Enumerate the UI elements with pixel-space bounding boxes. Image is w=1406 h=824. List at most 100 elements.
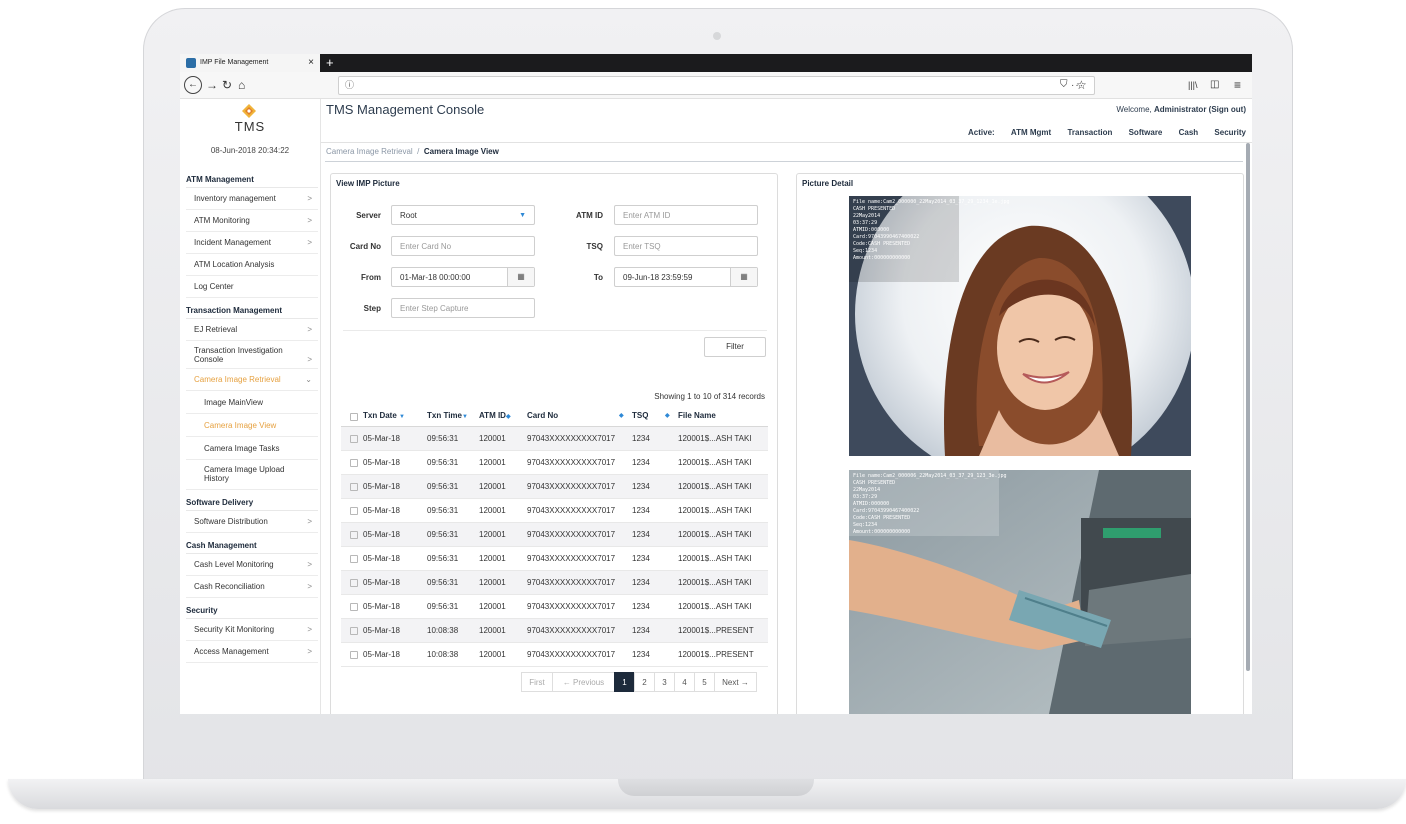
row-checkbox[interactable] bbox=[350, 507, 358, 515]
sidebar-toggle-icon[interactable]: ◫ bbox=[1210, 76, 1219, 94]
close-tab-icon[interactable]: × bbox=[308, 54, 314, 72]
camera-image-2[interactable]: File name:Cam2_000006_22May2014_03_37_29… bbox=[849, 470, 1191, 714]
page-next[interactable]: Next → bbox=[714, 672, 757, 692]
page-1[interactable]: 1 bbox=[614, 672, 635, 692]
nav-software[interactable]: Software bbox=[1129, 128, 1163, 137]
sidebar-item-log-center[interactable]: Log Center bbox=[186, 276, 318, 298]
row-checkbox[interactable] bbox=[350, 459, 358, 467]
forward-icon[interactable]: → bbox=[206, 76, 218, 94]
sign-out-link[interactable]: (Sign out) bbox=[1209, 105, 1246, 114]
page-4[interactable]: 4 bbox=[674, 672, 695, 692]
sidebar-item-label: Camera Image View bbox=[204, 421, 277, 430]
sort-icon[interactable]: ◆ bbox=[506, 414, 511, 420]
sidebar-item-camera-image-tasks[interactable]: Camera Image Tasks bbox=[186, 437, 318, 460]
cardno-input[interactable]: Enter Card No bbox=[391, 236, 535, 256]
site-info-icon[interactable]: ⓘ bbox=[345, 77, 354, 94]
col-atm-id[interactable]: ATM ID◆ bbox=[479, 406, 511, 427]
page-first[interactable]: First bbox=[521, 672, 553, 692]
table-row[interactable]: 05-Mar-18 09:56:31 120001 97043XXXXXXXXX701… bbox=[341, 523, 768, 547]
menu-icon[interactable]: ≡ bbox=[1234, 76, 1241, 94]
sidebar-item-access-management[interactable]: Access Management > bbox=[186, 641, 318, 663]
sidebar-item-incident-management[interactable]: Incident Management > bbox=[186, 232, 318, 254]
reload-icon[interactable]: ↻ bbox=[222, 76, 232, 94]
table-row[interactable]: 05-Mar-18 09:56:31 120001 97043XXXXXXXXX701… bbox=[341, 427, 768, 451]
bookmark-star-icon[interactable]: ☆ bbox=[1076, 76, 1087, 94]
picture-detail-panel: Picture Detail File name:Cam2_000000_22M… bbox=[796, 173, 1244, 714]
sidebar-item-atm-location-analysis[interactable]: ATM Location Analysis bbox=[186, 254, 318, 276]
sidebar-item-transaction-investigation-console[interactable]: Transaction Investigation Console > bbox=[186, 341, 318, 369]
table-row[interactable]: 05-Mar-18 10:08:38 120001 97043XXXXXXXXX701… bbox=[341, 619, 768, 643]
calendar-icon[interactable]: ▦ bbox=[507, 268, 534, 286]
page-2[interactable]: 2 bbox=[634, 672, 655, 692]
overlay-line: CASH PRESENTED bbox=[853, 206, 896, 212]
sidebar-item-camera-image-upload-history[interactable]: Camera Image Upload History bbox=[186, 460, 318, 490]
sidebar-item-camera-image-retrieval[interactable]: Camera Image Retrieval ⌄ bbox=[186, 369, 318, 391]
new-tab-button[interactable]: + bbox=[326, 54, 334, 72]
sidebar-item-camera-image-view[interactable]: Camera Image View bbox=[186, 414, 318, 437]
table-row[interactable]: 05-Mar-18 09:56:31 120001 97043XXXXXXXXX701… bbox=[341, 547, 768, 571]
sidebar-item-inventory-management[interactable]: Inventory management > bbox=[186, 188, 318, 210]
row-checkbox[interactable] bbox=[350, 603, 358, 611]
browser-tab[interactable]: IMP File Management × bbox=[180, 54, 320, 72]
image-overlay-text: File name:Cam2_000006_22May2014_03_37_29… bbox=[853, 473, 1007, 536]
sidebar-item-cash-level-monitoring[interactable]: Cash Level Monitoring > bbox=[186, 554, 318, 576]
col-tsq[interactable]: TSQ bbox=[632, 406, 648, 426]
table-row[interactable]: 05-Mar-18 09:56:31 120001 97043XXXXXXXXX701… bbox=[341, 571, 768, 595]
scrollbar[interactable] bbox=[1246, 143, 1250, 671]
step-input[interactable]: Enter Step Capture bbox=[391, 298, 535, 318]
to-date-input[interactable]: 09-Jun-18 23:59:59 ▦ bbox=[614, 267, 758, 287]
sidebar-item-image-mainview[interactable]: Image MainView bbox=[186, 391, 318, 414]
nav-atm-mgmt[interactable]: ATM Mgmt bbox=[1011, 128, 1051, 137]
nav-cash[interactable]: Cash bbox=[1179, 128, 1199, 137]
table-row[interactable]: 05-Mar-18 10:08:38 120001 97043XXXXXXXXX701… bbox=[341, 643, 768, 667]
row-checkbox[interactable] bbox=[350, 555, 358, 563]
page-5[interactable]: 5 bbox=[694, 672, 715, 692]
row-checkbox[interactable] bbox=[350, 651, 358, 659]
table-cell: 97043XXXXXXXXX7017 bbox=[527, 434, 616, 443]
page-previous[interactable]: ← Previous bbox=[552, 672, 615, 692]
sidebar-item-cash-reconciliation[interactable]: Cash Reconciliation > bbox=[186, 576, 318, 598]
col-file-name[interactable]: File Name bbox=[678, 406, 716, 426]
calendar-icon[interactable]: ▦ bbox=[730, 268, 757, 286]
table-row[interactable]: 05-Mar-18 09:56:31 120001 97043XXXXXXXXX701… bbox=[341, 595, 768, 619]
col-txn-date[interactable]: Txn Date ▼ bbox=[363, 406, 405, 427]
table-cell: 09:56:31 bbox=[427, 602, 459, 611]
library-icon[interactable]: |||\ bbox=[1188, 76, 1198, 94]
from-date-input[interactable]: 01-Mar-18 00:00:00 ▦ bbox=[391, 267, 535, 287]
sort-icon[interactable]: ◆ bbox=[619, 406, 624, 426]
sidebar-item-security-kit-monitoring[interactable]: Security Kit Monitoring > bbox=[186, 619, 318, 641]
back-icon[interactable]: ← bbox=[184, 76, 202, 94]
sidebar-item-ej-retrieval[interactable]: EJ Retrieval > bbox=[186, 319, 318, 341]
tsq-input[interactable]: Enter TSQ bbox=[614, 236, 758, 256]
row-checkbox[interactable] bbox=[350, 579, 358, 587]
home-icon[interactable]: ⌂ bbox=[238, 76, 245, 94]
filter-button[interactable]: Filter bbox=[704, 337, 766, 357]
row-checkbox[interactable] bbox=[350, 435, 358, 443]
sort-desc-icon[interactable]: ▼ bbox=[399, 414, 405, 420]
sort-desc-icon[interactable]: ▼ bbox=[462, 414, 468, 420]
url-bar[interactable]: ⓘ ··· bbox=[338, 76, 1095, 95]
nav-transaction[interactable]: Transaction bbox=[1067, 128, 1112, 137]
row-checkbox[interactable] bbox=[350, 531, 358, 539]
nav-security[interactable]: Security bbox=[1214, 128, 1246, 137]
sort-icon[interactable]: ◆ bbox=[665, 406, 670, 426]
tab-bar: IMP File Management × + bbox=[180, 54, 1252, 72]
camera-image-1[interactable]: File name:Cam2_000000_22May2014_03_37_29… bbox=[849, 196, 1191, 456]
chevron-down-icon: ⌄ bbox=[305, 375, 312, 384]
row-checkbox[interactable] bbox=[350, 483, 358, 491]
sidebar-item-label: Software Distribution bbox=[194, 517, 268, 526]
select-all-checkbox[interactable] bbox=[350, 413, 358, 421]
table-row[interactable]: 05-Mar-18 09:56:31 120001 97043XXXXXXXXX701… bbox=[341, 451, 768, 475]
atmid-input[interactable]: Enter ATM ID bbox=[614, 205, 758, 225]
pocket-icon[interactable]: ⛉ bbox=[1060, 76, 1068, 94]
col-card-no[interactable]: Card No bbox=[527, 406, 558, 426]
breadcrumb-parent[interactable]: Camera Image Retrieval bbox=[326, 147, 413, 156]
sidebar-item-software-distribution[interactable]: Software Distribution > bbox=[186, 511, 318, 533]
table-row[interactable]: 05-Mar-18 09:56:31 120001 97043XXXXXXXXX701… bbox=[341, 499, 768, 523]
col-txn-time[interactable]: Txn Time▼ bbox=[427, 406, 468, 427]
sidebar-item-atm-monitoring[interactable]: ATM Monitoring > bbox=[186, 210, 318, 232]
table-row[interactable]: 05-Mar-18 09:56:31 120001 97043XXXXXXXXX701… bbox=[341, 475, 768, 499]
server-select[interactable]: Root ▼ bbox=[391, 205, 535, 225]
page-3[interactable]: 3 bbox=[654, 672, 675, 692]
row-checkbox[interactable] bbox=[350, 627, 358, 635]
